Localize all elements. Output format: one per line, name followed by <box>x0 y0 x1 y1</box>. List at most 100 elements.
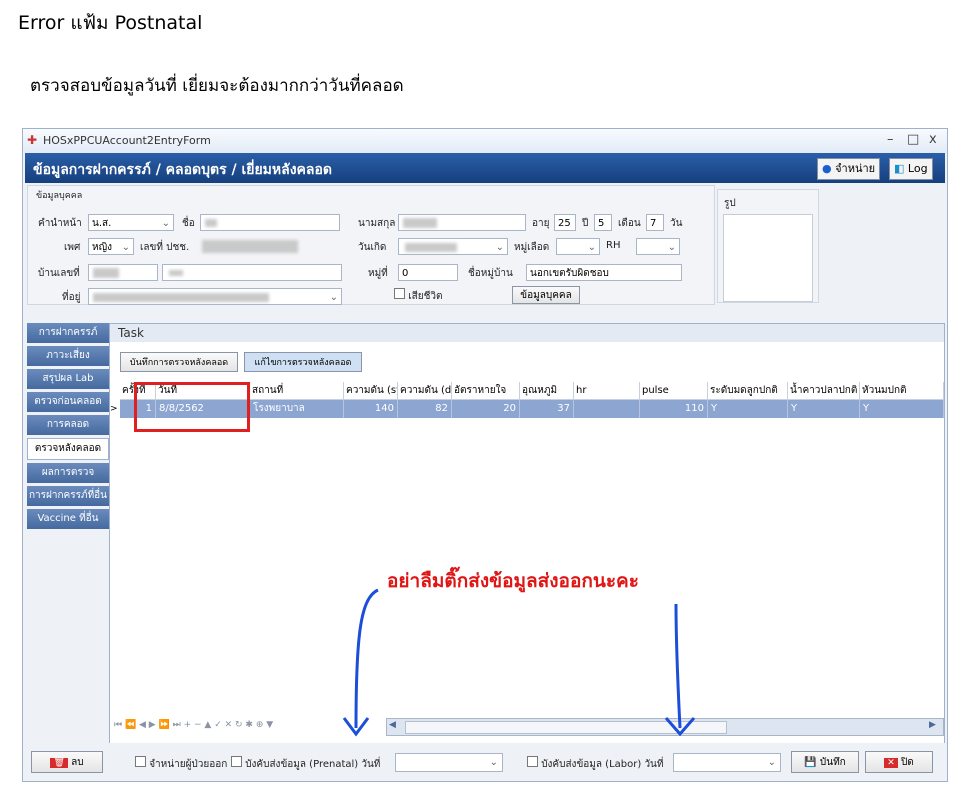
app-logo-icon: ✚ <box>27 133 38 147</box>
delete-button[interactable]: 🗑 ลบ <box>31 751 103 773</box>
tab-lab[interactable]: สรุปผล Lab <box>27 369 109 389</box>
col-header-bp-sys[interactable]: ความดัน (sys <box>344 382 398 400</box>
age-years-field[interactable]: 25 <box>554 214 576 231</box>
age-label: อายุ <box>532 218 550 229</box>
close-window-button[interactable]: x <box>929 132 937 147</box>
dob-field[interactable]: ⌄ <box>398 238 508 255</box>
close-icon: ✕ <box>884 758 898 768</box>
arrow-right-shaft <box>674 603 682 729</box>
doc-title: Error แฟ้ม Postnatal <box>18 12 203 34</box>
cell-bp-dia[interactable]: 82 <box>398 400 452 418</box>
surname-field[interactable] <box>398 214 526 231</box>
cell-bp-sys[interactable]: 140 <box>344 400 398 418</box>
photo-panel: รูป <box>717 189 819 303</box>
log-icon: ◧ <box>894 162 905 175</box>
cell-hr[interactable] <box>574 400 640 418</box>
discharge-button[interactable]: ● จำหน่าย <box>817 158 881 180</box>
tab-anc[interactable]: การฝากครรภ์ <box>27 323 109 343</box>
person-panel: ข้อมูลบุคคล คำนำหน้า น.ส. ⌄ ชื่อ นามสกุล … <box>27 185 715 305</box>
tab-postnatal-check[interactable]: ตรวจหลังคลอด <box>27 438 109 460</box>
labor-chk-label: บังคับส่งข้อมูล (Labor) วันที่ <box>541 759 664 770</box>
sex-value: หญิง <box>92 242 112 253</box>
record-postnatal-button[interactable]: บันทึกการตรวจหลังคลอด <box>120 352 238 372</box>
dead-label: เสียชีวิต <box>408 291 443 302</box>
cell-uterus[interactable]: Y <box>708 400 788 418</box>
col-header-hr[interactable]: hr <box>574 382 640 400</box>
cell-lochia[interactable]: Y <box>788 400 860 418</box>
cell-pulse[interactable]: 110 <box>640 400 708 418</box>
edit-postnatal-button[interactable]: แก้ไขการตรวจหลังคลอด <box>244 352 362 372</box>
form-header-title: ข้อมูลการฝากครรภ์ / คลอดบุตร / เยี่ยมหลั… <box>33 162 332 178</box>
tab-anc-elsewhere[interactable]: การฝากครรภ์ที่อื่น <box>27 486 109 506</box>
task-header: Task <box>110 324 944 342</box>
save-icon: 💾 <box>804 757 817 768</box>
blood-label: หมู่เลือด <box>514 242 550 253</box>
cell-place[interactable]: โรงพยาบาล <box>250 400 344 418</box>
minimize-button[interactable]: – <box>887 132 894 147</box>
tab-prenatal-check[interactable]: ตรวจก่อนคลอด <box>27 392 109 412</box>
blood-select[interactable]: ⌄ <box>556 238 600 255</box>
close-button[interactable]: ✕ ปิด <box>865 751 933 773</box>
tab-vaccine-elsewhere[interactable]: Vaccine ที่อื่น <box>27 509 109 529</box>
checkbox-icon <box>527 756 538 767</box>
maximize-button[interactable]: □ <box>907 132 919 147</box>
col-header-uterus[interactable]: ระดับมดลูกปกติ <box>708 382 788 400</box>
house-extra-field[interactable] <box>162 264 342 281</box>
person-info-button[interactable]: ข้อมูลบุคคล <box>512 286 580 304</box>
village-label: ชื่อหมู่บ้าน <box>468 268 513 279</box>
prenatal-chk-label: บังคับส่งข้อมูล (Prenatal) วันที่ <box>245 759 381 770</box>
cell-nipple[interactable]: Y <box>860 400 944 418</box>
first-name-field[interactable] <box>200 214 340 231</box>
save-button[interactable]: 💾 บันทึก <box>791 751 859 773</box>
address-field[interactable]: ⌄ <box>88 288 342 305</box>
checkbox-icon <box>135 756 146 767</box>
chevron-down-icon: ⌄ <box>587 242 596 253</box>
doc-subtitle: ตรวจสอบข้อมูลวันที่ เยี่ยมจะต้องมากกว่าว… <box>30 76 404 96</box>
redacted-mark <box>202 240 298 253</box>
col-header-bp-dia[interactable]: ความดัน (dia <box>398 382 452 400</box>
cid-field[interactable] <box>200 238 340 255</box>
log-button[interactable]: ◧ Log <box>889 158 933 180</box>
col-header-temp[interactable]: อุณหภูมิ <box>520 382 574 400</box>
redacted-mark <box>93 293 269 302</box>
moo-field[interactable]: 0 <box>398 264 458 281</box>
age-days-field[interactable]: 7 <box>646 214 664 231</box>
scroll-right-icon: ▶ <box>929 720 936 730</box>
task-title: Task <box>118 326 144 340</box>
village-field[interactable]: นอกเขตรับผิดชอบ <box>526 264 682 281</box>
checkbox-icon <box>231 756 242 767</box>
col-header-place[interactable]: สถานที่ <box>250 382 344 400</box>
house-field[interactable] <box>88 264 158 281</box>
redacted-mark <box>403 218 437 228</box>
labor-date-field[interactable]: ⌄ <box>673 753 781 772</box>
rh-label: RH <box>606 240 621 251</box>
age-months-field[interactable]: 5 <box>594 214 612 231</box>
dead-checkbox[interactable]: เสียชีวิต <box>394 288 442 304</box>
prenatal-checkbox[interactable]: บังคับส่งข้อมูล (Prenatal) วันที่ <box>231 756 380 772</box>
labor-checkbox[interactable]: บังคับส่งข้อมูล (Labor) วันที่ <box>527 756 663 772</box>
tab-labor[interactable]: การคลอด <box>27 415 109 435</box>
discharge-button-label: จำหน่าย <box>835 162 876 175</box>
prefix-select[interactable]: น.ส. ⌄ <box>88 214 174 231</box>
redacted-mark <box>405 243 457 252</box>
tab-result[interactable]: ผลการตรวจ <box>27 463 109 483</box>
tab-risk[interactable]: ภาวะเสี่ยง <box>27 346 109 366</box>
rh-select[interactable]: ⌄ <box>636 238 680 255</box>
redacted-mark <box>205 219 217 227</box>
photo-box <box>723 214 813 302</box>
discharge-chk-label: จำหน่ายผู้ป่วยออก <box>149 759 228 770</box>
prenatal-date-field[interactable]: ⌄ <box>395 753 503 772</box>
cell-resp[interactable]: 20 <box>452 400 520 418</box>
sex-select[interactable]: หญิง ⌄ <box>88 238 134 255</box>
close-label: ปิด <box>900 757 914 768</box>
col-header-pulse[interactable]: pulse <box>640 382 708 400</box>
cell-temp[interactable]: 37 <box>520 400 574 418</box>
col-header-lochia[interactable]: น้ำคาวปลาปกติ <box>788 382 860 400</box>
col-header-resp[interactable]: อัตราหายใจ <box>452 382 520 400</box>
chevron-down-icon: ⌄ <box>667 242 676 253</box>
chevron-down-icon: ⌄ <box>329 292 338 303</box>
discharge-checkbox[interactable]: จำหน่ายผู้ป่วยออก <box>135 756 227 772</box>
log-button-label: Log <box>907 162 928 175</box>
photo-label: รูป <box>724 198 736 209</box>
col-header-nipple[interactable]: หัวนมปกติ <box>860 382 944 400</box>
